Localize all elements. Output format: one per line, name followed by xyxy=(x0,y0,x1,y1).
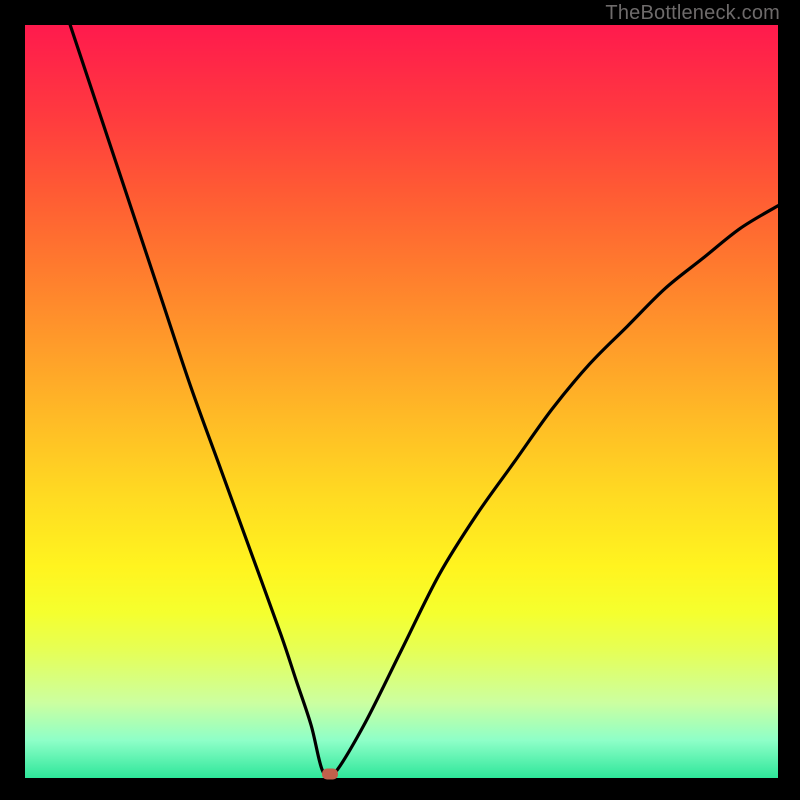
watermark-text: TheBottleneck.com xyxy=(605,2,780,25)
chart-frame: TheBottleneck.com xyxy=(0,0,800,800)
optimum-marker xyxy=(322,769,338,780)
bottleneck-curve xyxy=(25,25,778,778)
plot-area xyxy=(25,25,778,778)
